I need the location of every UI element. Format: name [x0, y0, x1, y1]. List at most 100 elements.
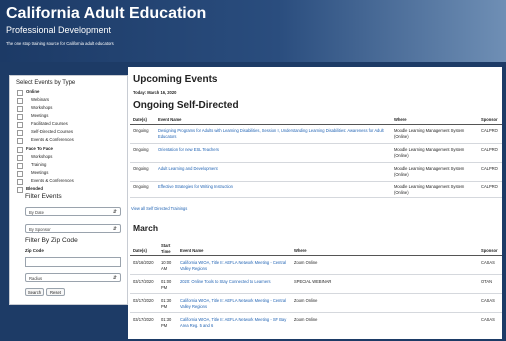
- ongoing-row-date: Ongoing: [133, 147, 149, 152]
- march-row-sponsor: OTAN: [481, 279, 493, 284]
- blended-checkbox[interactable]: [17, 187, 23, 193]
- online-meetings-label: Meetings: [31, 113, 49, 118]
- online-label: Online: [26, 89, 40, 94]
- online-events-label: Events & Conferences: [31, 137, 74, 142]
- online-events-checkbox[interactable]: [17, 138, 23, 144]
- row-divider: [130, 181, 502, 182]
- row-divider: [130, 293, 502, 294]
- date-select-value: By Date: [29, 210, 44, 215]
- view-all-self-directed-link[interactable]: View all Self Directed Trainings: [131, 206, 187, 211]
- facilitated-courses-label: Facilitated Courses: [31, 121, 68, 126]
- reset-button[interactable]: Reset: [46, 288, 65, 296]
- site-header: California Adult Education Professional …: [0, 0, 506, 62]
- table-header-rule: [130, 124, 502, 125]
- march-row-event-link[interactable]: California WIOA, Title II: AEFLA Network…: [180, 298, 288, 309]
- march-row-sponsor: CASAS: [481, 317, 495, 322]
- f2f-workshops-checkbox[interactable]: [17, 155, 23, 161]
- ongoing-row-date: Ongoing: [133, 128, 149, 133]
- sponsor-select[interactable]: By Sponsor ⇵: [25, 224, 121, 233]
- sponsor-select-value: By Sponsor: [29, 227, 51, 232]
- march-row-sponsor: CASAS: [481, 298, 495, 303]
- face-to-face-checkbox[interactable]: [17, 147, 23, 153]
- march-row-date: 03/17/2020: [133, 317, 154, 322]
- date-select[interactable]: By Date ⇵: [25, 207, 121, 216]
- march-row-date: 03/17/2020: [133, 298, 154, 303]
- col-dates: Date(s): [133, 117, 147, 122]
- row-divider: [130, 312, 502, 313]
- row-divider: [130, 274, 502, 275]
- site-tagline: The one stop training source for Califor…: [6, 41, 114, 46]
- march-row-date: 03/17/2020: [133, 279, 154, 284]
- search-button[interactable]: Search: [25, 288, 44, 296]
- radius-select-value: Radius: [29, 276, 43, 281]
- online-checkbox[interactable]: [17, 90, 23, 96]
- f2f-meetings-label: Meetings: [31, 170, 49, 175]
- ongoing-section-title: Ongoing Self-Directed: [133, 100, 239, 111]
- ongoing-row-sponsor: CALPRO: [481, 184, 498, 189]
- radius-select[interactable]: Radius ⇵: [25, 273, 121, 282]
- col-where: Where: [294, 248, 307, 253]
- ongoing-row-sponsor: CALPRO: [481, 128, 498, 133]
- march-row-time: 01:30 PM: [161, 317, 172, 328]
- march-row-event-link[interactable]: 2020: Online Tools to Stay Connected to …: [180, 279, 288, 285]
- main-content: Upcoming Events Today: March 16, 2020 On…: [128, 67, 502, 339]
- march-row-where: Zoom Online: [294, 317, 318, 322]
- ongoing-row-sponsor: CALPRO: [481, 166, 498, 171]
- ongoing-row-where: Moodle Learning Management System (Onlin…: [394, 147, 465, 158]
- march-row-time: 01:30 PM: [161, 298, 172, 309]
- upcoming-events-title: Upcoming Events: [133, 74, 218, 85]
- ongoing-row-where: Moodle Learning Management System (Onlin…: [394, 128, 465, 139]
- f2f-workshops-label: Workshops: [31, 154, 53, 159]
- col-event-name: Event Name: [180, 248, 204, 253]
- march-row-event-link[interactable]: California WIOA, Title II: AEFLA Network…: [180, 317, 288, 328]
- select-arrows-icon: ⇵: [112, 275, 117, 282]
- col-sponsor: Sponsor: [481, 117, 498, 122]
- ongoing-row-event-link[interactable]: Effective Strategies for Writing Instruc…: [158, 184, 386, 190]
- col-sponsor: Sponsor: [481, 248, 498, 253]
- ongoing-row-event-link[interactable]: Adult Learning and Development: [158, 166, 386, 172]
- self-directed-courses-label: Self-Directed Courses: [31, 129, 74, 134]
- col-event-name: Event Name: [158, 117, 182, 122]
- online-meetings-checkbox[interactable]: [17, 114, 23, 120]
- march-row-where: Zoom Online: [294, 298, 318, 303]
- zip-code-label: Zip Code: [25, 248, 44, 253]
- ongoing-row-event-link[interactable]: Orientation for new ESL Teachers: [158, 147, 386, 153]
- col-where: Where: [394, 117, 407, 122]
- ongoing-row-event-link[interactable]: Designing Programs for Adults with Learn…: [158, 128, 386, 139]
- row-divider: [130, 197, 502, 198]
- march-row-where: SPECIAL WEBINAR: [294, 279, 332, 284]
- march-row-sponsor: CASAS: [481, 260, 495, 265]
- march-row-event-link[interactable]: California WIOA, Title II: AEFLA Network…: [180, 260, 288, 271]
- march-row-where: Zoom Online: [294, 260, 318, 265]
- ongoing-row-date: Ongoing: [133, 184, 149, 189]
- table-header-rule: [130, 255, 502, 256]
- f2f-events-checkbox[interactable]: [17, 179, 23, 185]
- ongoing-row-sponsor: CALPRO: [481, 147, 498, 152]
- march-section-title: March: [133, 223, 159, 233]
- zip-code-input[interactable]: [25, 257, 121, 267]
- self-directed-courses-checkbox[interactable]: [17, 130, 23, 136]
- site-subtitle: Professional Development: [6, 25, 112, 35]
- ongoing-row-where: Moodle Learning Management System (Onlin…: [394, 166, 465, 177]
- sidebar-heading: Select Events by Type: [16, 80, 76, 86]
- training-checkbox[interactable]: [17, 163, 23, 169]
- select-arrows-icon: ⇵: [112, 209, 117, 216]
- march-row-time: 10:00 AM: [161, 260, 172, 271]
- select-arrows-icon: ⇵: [112, 226, 117, 233]
- online-workshops-checkbox[interactable]: [17, 106, 23, 112]
- site-title[interactable]: California Adult Education: [6, 5, 206, 23]
- filter-events-title: Filter Events: [25, 193, 62, 200]
- row-divider: [130, 143, 502, 144]
- facilitated-courses-checkbox[interactable]: [17, 122, 23, 128]
- march-row-time: 01:00 PM: [161, 279, 172, 290]
- col-dates: Date(s): [133, 248, 147, 253]
- ongoing-row-where: Moodle Learning Management System (Onlin…: [394, 184, 465, 195]
- today-date: Today: March 16, 2020: [133, 90, 177, 95]
- f2f-meetings-checkbox[interactable]: [17, 171, 23, 177]
- webinars-checkbox[interactable]: [17, 98, 23, 104]
- col-start-time: Start Time: [161, 243, 171, 254]
- ongoing-row-date: Ongoing: [133, 166, 149, 171]
- blended-label: Blended: [26, 186, 43, 191]
- filter-sidebar: Select Events by Type Online Webinars Wo…: [9, 75, 128, 305]
- webinars-label: Webinars: [31, 97, 50, 102]
